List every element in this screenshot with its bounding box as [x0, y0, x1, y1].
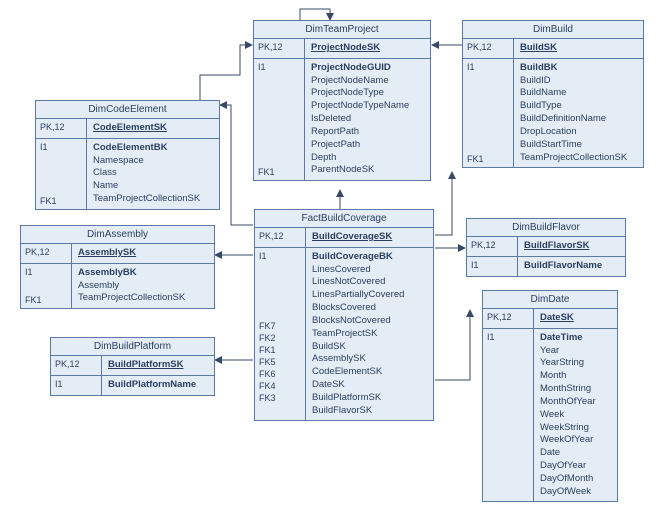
entity-title: DimCodeElement: [36, 101, 219, 119]
entity-title: DimBuild: [463, 21, 643, 39]
entity-dim-team-project: DimTeamProject PK,12 ProjectNodeSK I1 FK…: [253, 20, 431, 181]
entity-dim-build-platform: DimBuildPlatform PK,12 BuildPlatformSK I…: [50, 337, 215, 396]
entity-dim-build: DimBuild PK,12 BuildSK I1 FK1 BuildBK Bu…: [462, 20, 644, 168]
entity-title: DimDate: [483, 291, 617, 309]
entity-title: DimTeamProject: [254, 21, 430, 39]
entity-dim-code-element: DimCodeElement PK,12 CodeElementSK I1 FK…: [35, 100, 220, 210]
entity-fact-build-coverage: FactBuildCoverage PK,12 BuildCoverageSK …: [254, 209, 434, 421]
entity-title: DimBuildPlatform: [51, 338, 214, 356]
entity-title: DimBuildFlavor: [467, 219, 625, 237]
entity-dim-date: DimDate PK,12 DateSK I1 DateTime Year Ye…: [482, 290, 618, 502]
entity-title: FactBuildCoverage: [255, 210, 433, 228]
entity-dim-build-flavor: DimBuildFlavor PK,12 BuildFlavorSK I1 Bu…: [466, 218, 626, 277]
entity-title: DimAssembly: [21, 226, 214, 244]
entity-dim-assembly: DimAssembly PK,12 AssemblySK I1 FK1 Asse…: [20, 225, 215, 309]
